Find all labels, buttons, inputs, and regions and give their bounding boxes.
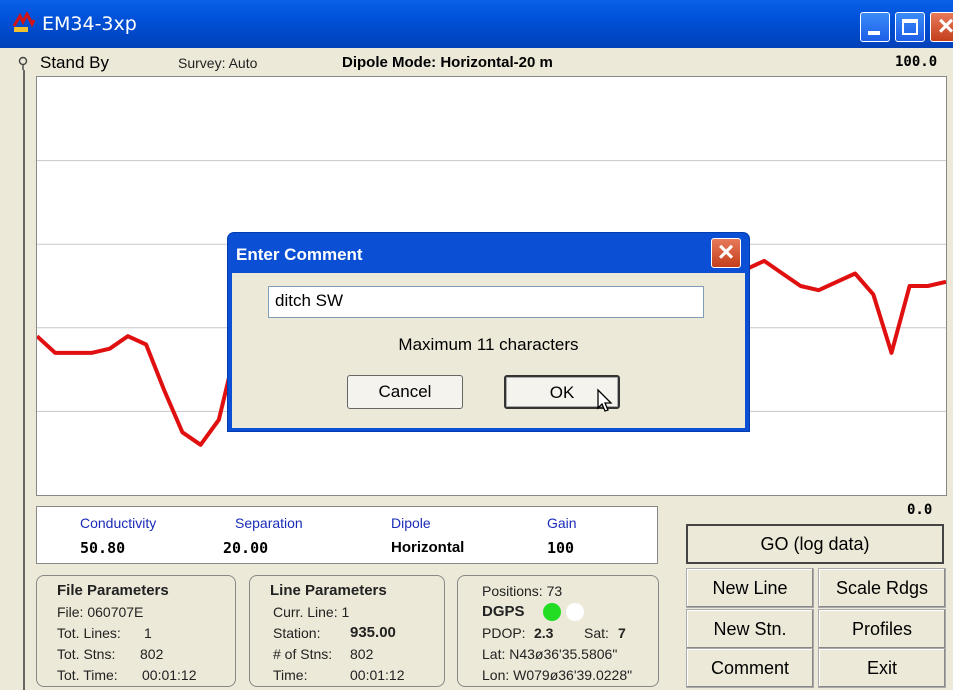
go-log-data-button[interactable]: GO (log data): [686, 524, 944, 564]
comment-input[interactable]: ditch SW: [268, 286, 704, 318]
line-parameters-group: Line Parameters Curr. Line: 1 Station: 9…: [249, 575, 445, 687]
tot-stns-label: Tot. Stns:: [57, 646, 116, 662]
dipole-value: Horizontal: [391, 539, 465, 556]
separation-value: 20.00: [223, 539, 269, 557]
gps-positions: Positions: 73: [482, 583, 563, 599]
gps-mode: DGPS: [482, 603, 525, 620]
survey-status: Survey: Auto: [178, 55, 258, 71]
dialog-title: Enter Comment: [236, 245, 363, 264]
conductivity-label: Conductivity: [80, 515, 157, 531]
tot-stns-value: 802: [140, 646, 164, 662]
sat-value: 7: [618, 625, 626, 641]
gain-value: 100: [547, 539, 575, 557]
separation-label: Separation: [235, 515, 303, 531]
exit-button[interactable]: Exit: [818, 648, 946, 688]
gps-status-green-icon: [543, 603, 561, 621]
dialog-body: ditch SW Maximum 11 characters Cancel OK: [232, 273, 745, 428]
new-line-button[interactable]: New Line: [686, 568, 814, 608]
comment-button[interactable]: Comment: [686, 648, 814, 688]
file-parameters-title: File Parameters: [57, 582, 169, 599]
dipole-label: Dipole: [391, 515, 431, 531]
tot-time-value: 00:01:12: [142, 667, 197, 683]
close-icon: ×: [717, 236, 735, 267]
tot-time-label: Tot. Time:: [57, 667, 118, 683]
pivot-icon: [18, 56, 28, 70]
station-value: 935.00: [350, 624, 396, 641]
gps-latitude: Lat: N43ø36'35.5806": [482, 646, 618, 662]
dialog-message: Maximum 11 characters: [398, 335, 579, 354]
tot-lines-label: Tot. Lines:: [57, 625, 121, 641]
num-stns-value: 802: [350, 646, 374, 662]
sat-label: Sat:: [584, 625, 609, 641]
status-line: Stand By Survey: Auto Dipole Mode: Horiz…: [0, 52, 953, 74]
curr-line: Curr. Line: 1: [273, 604, 350, 620]
new-stn-button[interactable]: New Stn.: [686, 609, 814, 649]
gps-status-white-icon: [566, 603, 584, 621]
num-stns-label: # of Stns:: [273, 646, 333, 662]
dialog-close-button[interactable]: ×: [711, 236, 741, 268]
gps-longitude: Lon: W079ø36'39.0228": [482, 667, 633, 683]
line-parameters-title: Line Parameters: [270, 582, 387, 599]
conductivity-value: 50.80: [80, 539, 126, 557]
station-label: Station:: [273, 625, 321, 641]
window-title: EM34-3xp: [42, 13, 137, 35]
left-rule: [23, 70, 25, 690]
gps-group: Positions: 73 DGPS PDOP: 2.3 Sat: 7 Lat:…: [457, 575, 659, 687]
mouse-pointer-icon: [597, 388, 613, 412]
enter-comment-dialog: Enter Comment × ditch SW Maximum 11 char…: [228, 233, 749, 431]
file-parameters-group: File Parameters File: 060707E Tot. Lines…: [36, 575, 236, 687]
scale-min: 0.0: [907, 502, 933, 518]
time-value: 00:01:12: [350, 667, 405, 683]
close-button[interactable]: ×: [930, 10, 953, 42]
scale-max: 100.0: [895, 54, 938, 70]
tot-lines-value: 1: [144, 625, 152, 641]
minimize-button[interactable]: [860, 12, 890, 42]
profiles-button[interactable]: Profiles: [818, 609, 946, 649]
pdop-value: 2.3: [534, 625, 554, 641]
file-name: File: 060707E: [57, 604, 144, 620]
pdop-label: PDOP:: [482, 625, 526, 641]
scale-rdgs-button[interactable]: Scale Rdgs: [818, 568, 946, 608]
readings-panel: Conductivity 50.80 Separation 20.00 Dipo…: [36, 506, 658, 564]
time-label: Time:: [273, 667, 308, 683]
close-icon: ×: [937, 10, 953, 41]
title-bar[interactable]: EM34-3xp ×: [0, 0, 953, 48]
app-logo-icon: [12, 12, 36, 32]
gain-label: Gain: [547, 515, 577, 531]
dipole-mode-status: Dipole Mode: Horizontal-20 m: [342, 54, 553, 71]
mode-status: Stand By: [40, 53, 109, 72]
maximize-button[interactable]: [895, 12, 925, 42]
cancel-button[interactable]: Cancel: [347, 375, 463, 409]
